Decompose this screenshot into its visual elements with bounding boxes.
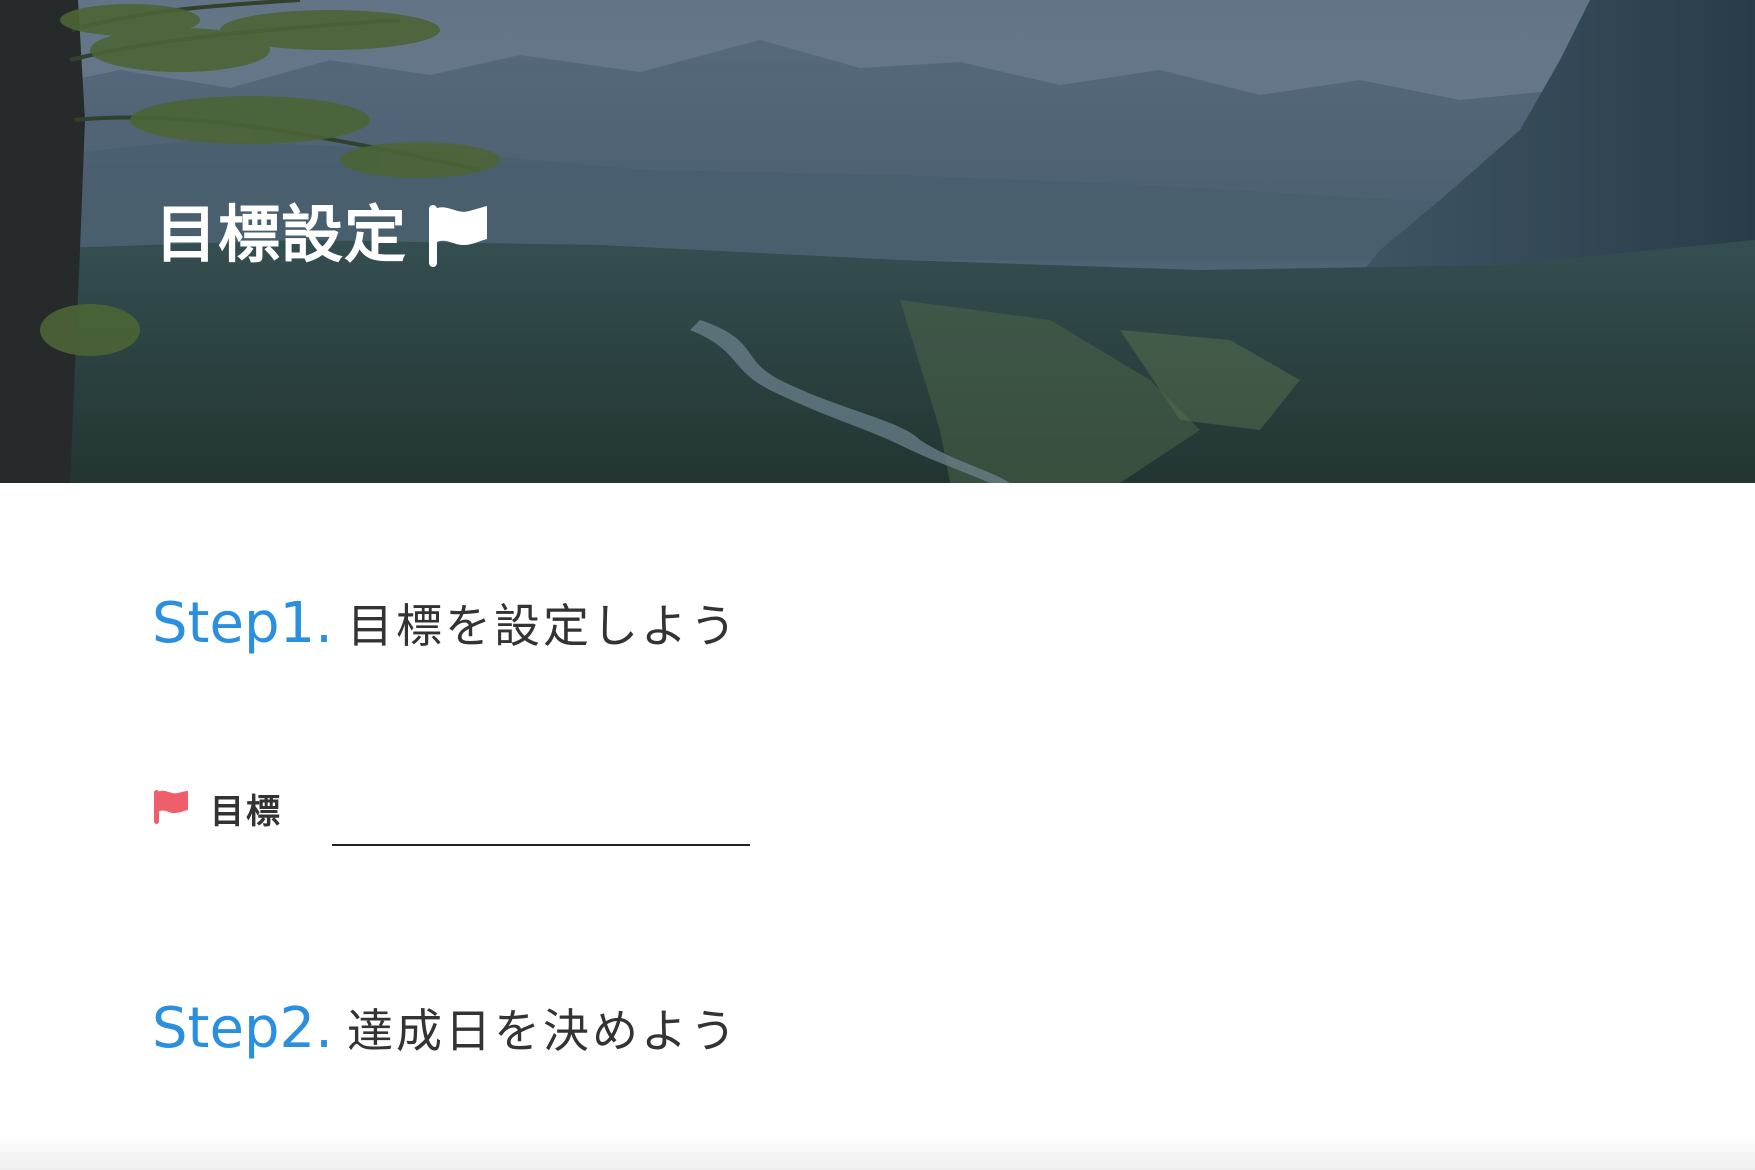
step2-heading: Step2. 達成日を決めよう: [152, 995, 739, 1061]
goal-label: 目標: [210, 792, 282, 832]
flag-icon: [429, 205, 488, 267]
page-bottom-divider: [0, 1135, 1755, 1170]
hero-banner: 目標設定: [0, 0, 1755, 483]
goal-input[interactable]: [332, 798, 750, 846]
page: 目標設定 Step1. 目標を設定しよう 目標 Step2. 達成日を決めよう: [0, 0, 1755, 1170]
hero-title: 目標設定: [155, 196, 491, 274]
hero-title-text: 目標設定: [155, 198, 408, 271]
goal-field-row: 目標: [152, 780, 752, 850]
step1-text: 目標を設定しよう: [346, 599, 739, 653]
flag-icon: [154, 790, 188, 824]
step2-text: 達成日を決めよう: [346, 1004, 739, 1058]
step1-number: Step1.: [152, 591, 333, 656]
step1-heading: Step1. 目標を設定しよう: [152, 590, 739, 656]
step2-number: Step2.: [152, 996, 333, 1061]
